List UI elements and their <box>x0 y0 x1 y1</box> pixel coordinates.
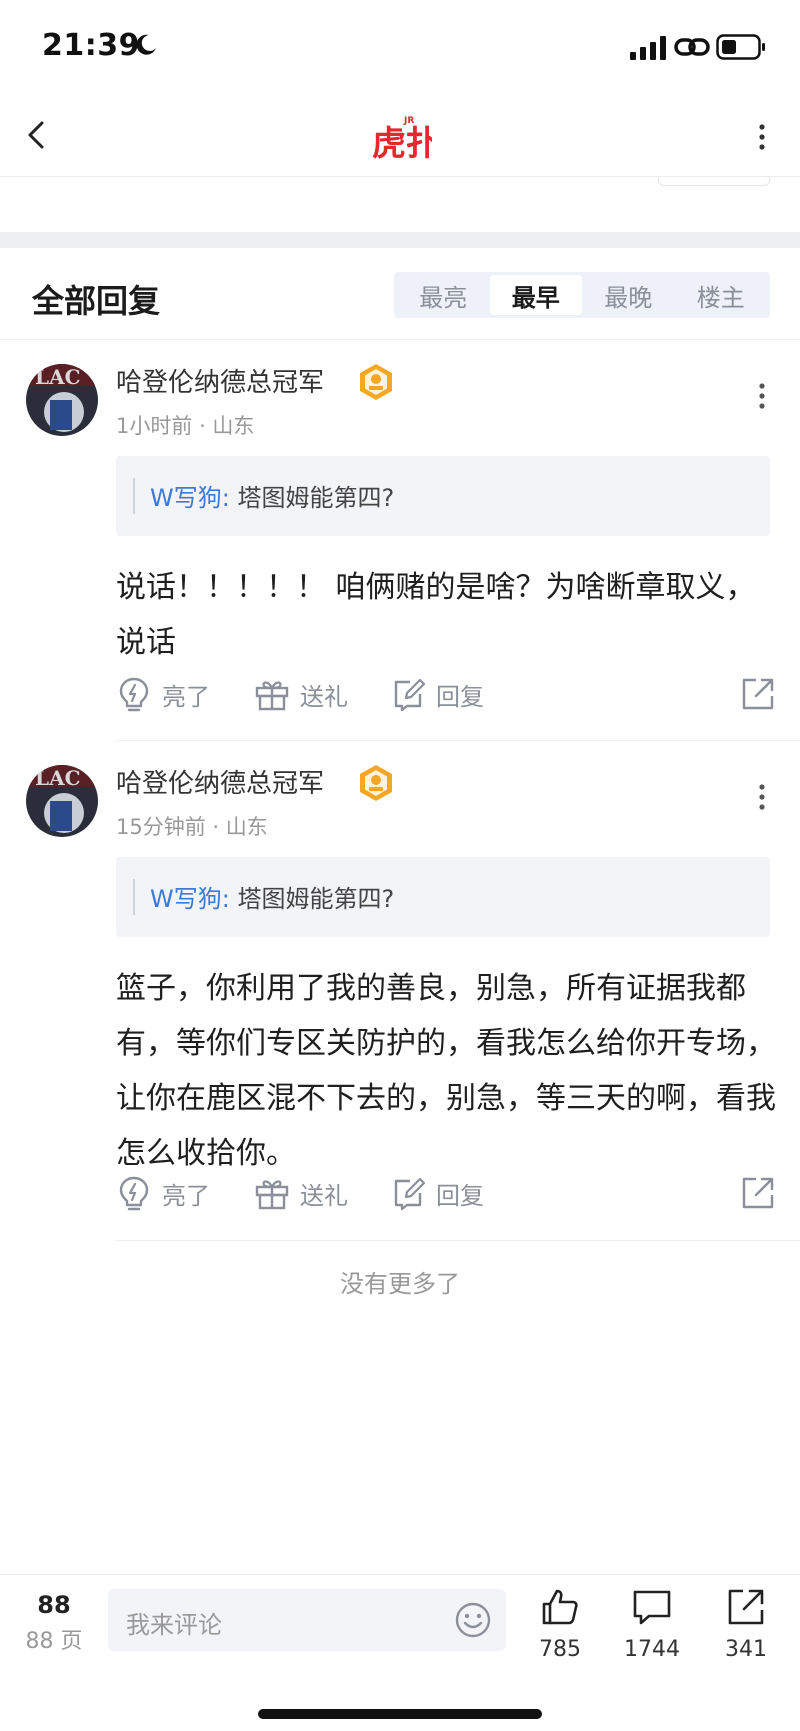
comment-divider <box>116 1240 800 1241</box>
meta-separator: · <box>199 414 213 438</box>
comment-location: 山东 <box>212 414 255 438</box>
emoji-icon[interactable] <box>454 1601 492 1639</box>
no-more-text: 没有更多了 <box>340 1270 460 1298</box>
home-indicator <box>258 1709 542 1719</box>
replies-header: 全部回复 最亮 最早 最晚 楼主 <box>0 248 800 340</box>
light-label: 亮了 <box>162 682 210 711</box>
sort-tabs: 最亮 最早 最晚 楼主 <box>394 272 770 318</box>
comment-location: 山东 <box>225 815 268 839</box>
svg-text:LAC: LAC <box>35 766 81 790</box>
comment-item: LAC 哈登伦纳德总冠军 15分钟前 · 山东 W写狗: 塔图姆能第四? 篮子，… <box>0 741 800 1241</box>
comment-time: 1小时前 <box>116 414 193 438</box>
username[interactable]: 哈登伦纳德总冠军 <box>116 763 324 800</box>
share-icon[interactable] <box>740 1175 776 1211</box>
reply-button[interactable]: 回复 <box>390 670 484 718</box>
thumbs-up-icon <box>542 1589 578 1625</box>
signal-icon <box>630 36 666 60</box>
avatar[interactable]: LAC <box>26 765 98 837</box>
quote-text: W写狗: 塔图姆能第四? <box>150 885 395 913</box>
share-count: 341 <box>725 1637 767 1662</box>
comment-actions: 亮了 送礼 回复 <box>116 1169 776 1217</box>
partial-button <box>658 176 770 186</box>
like-button[interactable]: 785 <box>520 1587 600 1675</box>
quote-author[interactable]: W写狗 <box>150 484 222 512</box>
bottom-bar: 88 88 页 我来评论 785 1744 341 <box>0 1574 800 1731</box>
gift-icon <box>255 1180 289 1210</box>
replies-title: 全部回复 <box>32 282 161 320</box>
quote-bar <box>133 879 135 915</box>
quoted-reply[interactable]: W写狗: 塔图姆能第四? <box>116 857 770 937</box>
comments-button[interactable]: 1744 <box>612 1587 692 1675</box>
quote-content: 塔图姆能第四? <box>237 484 395 512</box>
light-button[interactable]: 亮了 <box>116 670 210 718</box>
gift-button[interactable]: 送礼 <box>254 670 348 718</box>
share-button[interactable]: 341 <box>706 1587 786 1675</box>
comment-bubble-icon <box>633 1590 671 1625</box>
section-separator <box>0 232 800 248</box>
link-icon <box>674 38 710 56</box>
gift-button[interactable]: 送礼 <box>254 1169 348 1217</box>
light-button[interactable]: 亮了 <box>116 1169 210 1217</box>
share-icon[interactable] <box>740 676 776 712</box>
quote-author[interactable]: W写狗 <box>150 885 222 913</box>
share-icon <box>728 1589 764 1625</box>
back-icon[interactable] <box>22 115 54 155</box>
quote-bar <box>133 478 135 514</box>
level-badge-icon <box>360 765 392 801</box>
battery-icon <box>716 34 765 60</box>
tab-earliest[interactable]: 最早 <box>489 275 582 315</box>
lightbulb-icon <box>119 1176 149 1211</box>
comment-placeholder: 我来评论 <box>126 1611 222 1639</box>
reply-edit-icon <box>394 678 426 712</box>
tab-latest[interactable]: 最晚 <box>582 275 675 315</box>
comment-body: 说话！！！！！ 咱俩赌的是啥？为啥断章取义，说话 <box>116 570 756 660</box>
username[interactable]: 哈登伦纳德总冠军 <box>116 362 324 399</box>
nav-bar: 虎扑 JR <box>0 95 800 177</box>
quoted-reply[interactable]: W写狗: 塔图姆能第四? <box>116 456 770 536</box>
status-bar: 21:39 <box>0 0 800 95</box>
lightbulb-icon <box>119 677 149 712</box>
status-time: 21:39 <box>42 28 140 63</box>
hupu-logo: 虎扑 JR <box>372 116 432 163</box>
reply-label: 回复 <box>436 682 484 711</box>
gift-label: 送礼 <box>300 682 348 711</box>
page-label[interactable]: 88 页 <box>24 1623 84 1655</box>
gift-label: 送礼 <box>300 1181 348 1210</box>
quote-text: W写狗: 塔图姆能第四? <box>150 484 395 512</box>
page-number[interactable]: 88 <box>24 1591 84 1619</box>
light-label: 亮了 <box>162 1181 210 1210</box>
svg-text:虎扑: 虎扑 <box>372 124 432 163</box>
comment-count: 1744 <box>624 1637 680 1662</box>
reply-button[interactable]: 回复 <box>390 1169 484 1217</box>
more-icon[interactable] <box>750 119 774 155</box>
comment-meta: 1小时前 · 山东 <box>116 410 254 440</box>
reply-edit-icon <box>394 1177 426 1211</box>
quote-content: 塔图姆能第四? <box>237 885 395 913</box>
tab-op-only[interactable]: 楼主 <box>675 275 768 315</box>
comment-time: 15分钟前 <box>116 815 206 839</box>
comment-meta: 15分钟前 · 山东 <box>116 811 268 841</box>
reply-label: 回复 <box>436 1181 484 1210</box>
gift-icon <box>255 681 289 711</box>
svg-text:LAC: LAC <box>35 365 81 389</box>
more-icon[interactable] <box>750 779 774 815</box>
tab-brightest[interactable]: 最亮 <box>397 275 490 315</box>
avatar[interactable]: LAC <box>26 364 98 436</box>
svg-text:JR: JR <box>403 116 414 126</box>
comment-actions: 亮了 送礼 回复 <box>116 670 776 718</box>
level-badge-icon <box>360 364 392 400</box>
comment-item: LAC 哈登伦纳德总冠军 1小时前 · 山东 W写狗: 塔图姆能第四? 说话！！… <box>0 340 800 740</box>
comment-input[interactable]: 我来评论 <box>108 1589 506 1651</box>
moon-icon <box>136 34 156 55</box>
meta-separator: · <box>212 815 226 839</box>
like-count: 785 <box>539 1637 581 1662</box>
more-icon[interactable] <box>750 378 774 414</box>
comment-body: 篮子，你利用了我的善良，别急，所有证据我都有，等你们专区关防护的，看我怎么给你开… <box>116 971 776 1171</box>
